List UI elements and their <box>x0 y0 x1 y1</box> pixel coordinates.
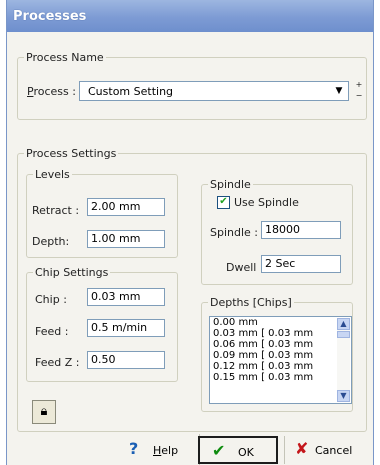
dwell-label: Dwell : <box>226 261 264 274</box>
spindle-field[interactable]: 18000 <box>261 221 341 239</box>
depths-scrollbar[interactable]: ▲ ▼ <box>337 318 350 402</box>
process-select[interactable]: Custom Setting ▼ <box>79 81 349 101</box>
title-bar[interactable]: Processes <box>7 0 373 32</box>
help-button[interactable]: ? Help <box>111 436 193 464</box>
checkmark-icon: ✔ <box>212 441 226 460</box>
chip-label: Chip : <box>35 293 67 306</box>
process-spinner[interactable]: + − <box>352 80 366 102</box>
use-spindle-checkbox[interactable]: ✔ <box>217 196 230 209</box>
ok-label: OK <box>238 446 254 459</box>
scroll-thumb[interactable] <box>337 331 350 338</box>
depth-label: Depth: <box>32 235 70 248</box>
spindle-label: Spindle : <box>210 226 259 239</box>
feed-field[interactable]: 0.5 m/min <box>87 319 165 337</box>
lock-button[interactable]: 🔒︎ <box>32 400 56 424</box>
retract-label: Retract : <box>32 204 80 217</box>
process-settings-legend: Process Settings <box>26 147 117 160</box>
scroll-up-icon[interactable]: ▲ <box>337 318 350 330</box>
scroll-down-icon[interactable]: ▼ <box>337 390 350 402</box>
help-label: Help <box>153 444 179 457</box>
spin-up-icon[interactable]: + <box>352 80 366 90</box>
retract-field[interactable]: 2.00 mm <box>87 198 165 216</box>
window-title: Processes <box>13 9 87 24</box>
spindle-legend: Spindle <box>210 178 251 191</box>
list-item[interactable]: 0.06 mm [ 0.03 mm <box>210 339 351 350</box>
ok-button[interactable]: ✔ OK <box>198 436 278 464</box>
lock-icon: 🔒︎ <box>40 404 48 419</box>
chip-field[interactable]: 0.03 mm <box>87 288 165 306</box>
list-item[interactable]: 0.00 mm <box>210 317 351 328</box>
list-item[interactable]: 0.03 mm [ 0.03 mm <box>210 328 351 339</box>
cancel-label: Cancel <box>315 444 353 457</box>
dwell-field[interactable]: 2 Sec <box>261 255 341 273</box>
chevron-down-icon[interactable]: ▼ <box>332 84 346 98</box>
feedz-field[interactable]: 0.50 <box>87 351 165 369</box>
x-icon: ✘ <box>295 439 309 458</box>
feed-label: Feed : <box>35 325 69 338</box>
list-item[interactable]: 0.15 mm [ 0.03 mm <box>210 372 351 383</box>
cancel-button[interactable]: ✘ Cancel <box>284 436 370 464</box>
levels-legend: Levels <box>35 168 70 181</box>
depths-list[interactable]: 0.00 mm 0.03 mm [ 0.03 mm 0.06 mm [ 0.03… <box>209 316 352 404</box>
process-select-value: Custom Setting <box>88 85 174 98</box>
process-label: Process : <box>27 85 76 98</box>
use-spindle-label: Use Spindle <box>234 196 299 209</box>
question-icon: ? <box>129 439 139 458</box>
spin-down-icon[interactable]: − <box>352 91 366 101</box>
processes-dialog: Processes Process Name Process : Custom … <box>6 0 374 465</box>
list-item[interactable]: 0.12 mm [ 0.03 mm <box>210 361 351 372</box>
feedz-label: Feed Z : <box>35 356 80 369</box>
chip-settings-legend: Chip Settings <box>35 266 109 279</box>
list-item[interactable]: 0.09 mm [ 0.03 mm <box>210 350 351 361</box>
process-name-legend: Process Name <box>26 51 104 64</box>
depth-field[interactable]: 1.00 mm <box>87 230 165 248</box>
depths-legend: Depths [Chips] <box>210 296 292 309</box>
